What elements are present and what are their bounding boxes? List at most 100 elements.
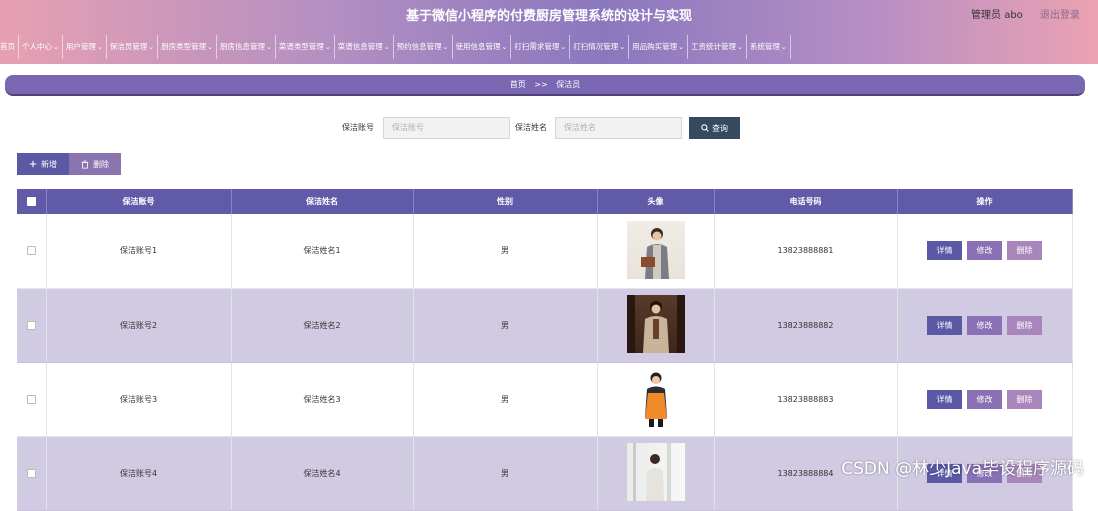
delete-button[interactable]: 删除: [1007, 316, 1042, 335]
user-label: 管理员 abo: [971, 10, 1023, 21]
nav-item-label: 保洁员管理: [110, 35, 148, 59]
table-row: 保洁账号3 保洁姓名3 男 13823888883: [17, 362, 1072, 436]
nav-item-label: 菜谱类型管理: [279, 35, 324, 59]
cell-phone: 13823888882: [714, 288, 897, 362]
chevron-down-icon: ⌄: [678, 35, 684, 59]
column-header-photo: 头像: [597, 189, 714, 214]
cell-account: 保洁账号4: [46, 436, 231, 510]
column-header-phone[interactable]: 电话号码: [714, 189, 897, 214]
nav-item-8[interactable]: 预约信息管理⌄: [394, 35, 453, 59]
nav-item-3[interactable]: 保洁员管理⌄: [107, 35, 158, 59]
cleaner-avatar-image[interactable]: [627, 221, 685, 279]
cleaner-avatar-figure: [627, 443, 685, 501]
edit-button[interactable]: 修改: [967, 316, 1002, 335]
app-title: 基于微信小程序的付费厨房管理系统的设计与实现: [0, 5, 1098, 24]
cell-phone: 13823888883: [714, 362, 897, 436]
add-button[interactable]: 新增: [17, 153, 69, 175]
nav-item-label: 用品购买管理: [632, 35, 677, 59]
detail-button[interactable]: 详情: [927, 241, 962, 260]
plus-icon: [29, 160, 37, 168]
column-header-gender[interactable]: 性别: [413, 189, 597, 214]
table-row: 保洁账号1 保洁姓名1 男 13823888881 详情: [17, 214, 1072, 288]
select-all-checkbox[interactable]: [27, 197, 36, 206]
cleaner-avatar-figure: [627, 221, 685, 279]
breadcrumb-current: 保洁员: [556, 80, 580, 89]
cell-actions: 详情 修改 删除: [897, 362, 1072, 436]
nav-item-label: 菜谱信息管理: [338, 35, 383, 59]
column-header-name[interactable]: 保洁姓名: [231, 189, 413, 214]
nav-item-label: 个人中心: [22, 35, 52, 59]
row-checkbox[interactable]: [27, 469, 36, 478]
chevron-down-icon: ⌄: [325, 35, 331, 59]
nav-item-label: 使用信息管理: [456, 35, 501, 59]
nav-item-1[interactable]: 个人中心⌄: [19, 35, 63, 59]
cleaner-avatar-figure: [627, 369, 685, 427]
nav-item-4[interactable]: 厨房类型管理⌄: [158, 35, 217, 59]
cell-gender: 男: [413, 288, 597, 362]
nav-item-label: 工资统计管理: [691, 35, 736, 59]
detail-button[interactable]: 详情: [927, 316, 962, 335]
nav-item-5[interactable]: 厨房信息管理⌄: [217, 35, 276, 59]
delete-label: 删除: [93, 159, 109, 170]
cell-phone: 13823888881: [714, 214, 897, 288]
cell-photo: [597, 214, 714, 288]
row-checkbox[interactable]: [27, 321, 36, 330]
nav-item-11[interactable]: 打扫情况管理⌄: [570, 35, 629, 59]
nav-item-6[interactable]: 菜谱类型管理⌄: [276, 35, 335, 59]
nav-item-2[interactable]: 用户管理⌄: [63, 35, 107, 59]
edit-button[interactable]: 修改: [967, 241, 1002, 260]
search-icon: [701, 124, 709, 132]
nav-item-14[interactable]: 系统管理⌄: [747, 35, 791, 59]
detail-button[interactable]: 详情: [927, 390, 962, 409]
csdn-watermark: CSDN @林少Java毕设程序源码: [841, 454, 1084, 479]
row-select-cell: [17, 288, 46, 362]
top-header: 基于微信小程序的付费厨房管理系统的设计与实现 管理员 abo 退出登录 首页个人…: [0, 0, 1098, 64]
account-label: 保洁账号: [342, 122, 374, 133]
nav-item-13[interactable]: 工资统计管理⌄: [688, 35, 747, 59]
cell-actions: 详情 修改 删除: [897, 288, 1072, 362]
account-search-input[interactable]: 保洁账号: [383, 117, 510, 139]
row-select-cell: [17, 214, 46, 288]
table-row: 保洁账号2 保洁姓名2 男 13823888882: [17, 288, 1072, 362]
cell-gender: 男: [413, 214, 597, 288]
query-button[interactable]: 查询: [689, 117, 740, 139]
search-form: 保洁账号 保洁账号 保洁姓名 保洁姓名 查询: [0, 117, 1098, 139]
row-checkbox[interactable]: [27, 246, 36, 255]
cleaner-avatar-image[interactable]: [627, 443, 685, 501]
trash-icon: [81, 160, 89, 169]
chevron-down-icon: ⌄: [384, 35, 390, 59]
nav-item-9[interactable]: 使用信息管理⌄: [453, 35, 512, 59]
cell-name: 保洁姓名2: [231, 288, 413, 362]
row-checkbox[interactable]: [27, 395, 36, 404]
cell-name: 保洁姓名3: [231, 362, 413, 436]
chevron-down-icon: ⌄: [560, 35, 566, 59]
name-search-input[interactable]: 保洁姓名: [555, 117, 682, 139]
cell-photo: [597, 288, 714, 362]
nav-item-7[interactable]: 菜谱信息管理⌄: [335, 35, 394, 59]
cleaner-avatar-image[interactable]: [627, 369, 685, 427]
chevron-down-icon: ⌄: [266, 35, 272, 59]
cell-gender: 男: [413, 436, 597, 510]
chevron-down-icon: ⌄: [619, 35, 625, 59]
name-label: 保洁姓名: [515, 122, 547, 133]
chevron-down-icon: ⌄: [781, 35, 787, 59]
cell-actions: 详情 修改 删除: [897, 214, 1072, 288]
chevron-down-icon: ⌄: [97, 35, 103, 59]
column-header-account[interactable]: 保洁账号: [46, 189, 231, 214]
cell-photo: [597, 362, 714, 436]
batch-delete-button[interactable]: 删除: [69, 153, 121, 175]
breadcrumb: 首页 >> 保洁员: [5, 75, 1085, 96]
nav-item-10[interactable]: 打扫需求管理⌄: [511, 35, 570, 59]
nav-item-12[interactable]: 用品购买管理⌄: [629, 35, 688, 59]
logout-link[interactable]: 退出登录: [1040, 10, 1080, 21]
row-select-cell: [17, 362, 46, 436]
nav-item-0[interactable]: 首页: [0, 35, 19, 59]
breadcrumb-home[interactable]: 首页: [510, 80, 526, 89]
cleaner-avatar-image[interactable]: [627, 295, 685, 353]
delete-button[interactable]: 删除: [1007, 390, 1042, 409]
cell-name: 保洁姓名1: [231, 214, 413, 288]
delete-button[interactable]: 删除: [1007, 241, 1042, 260]
nav-item-label: 预约信息管理: [397, 35, 442, 59]
select-all-cell: [17, 189, 46, 214]
edit-button[interactable]: 修改: [967, 390, 1002, 409]
